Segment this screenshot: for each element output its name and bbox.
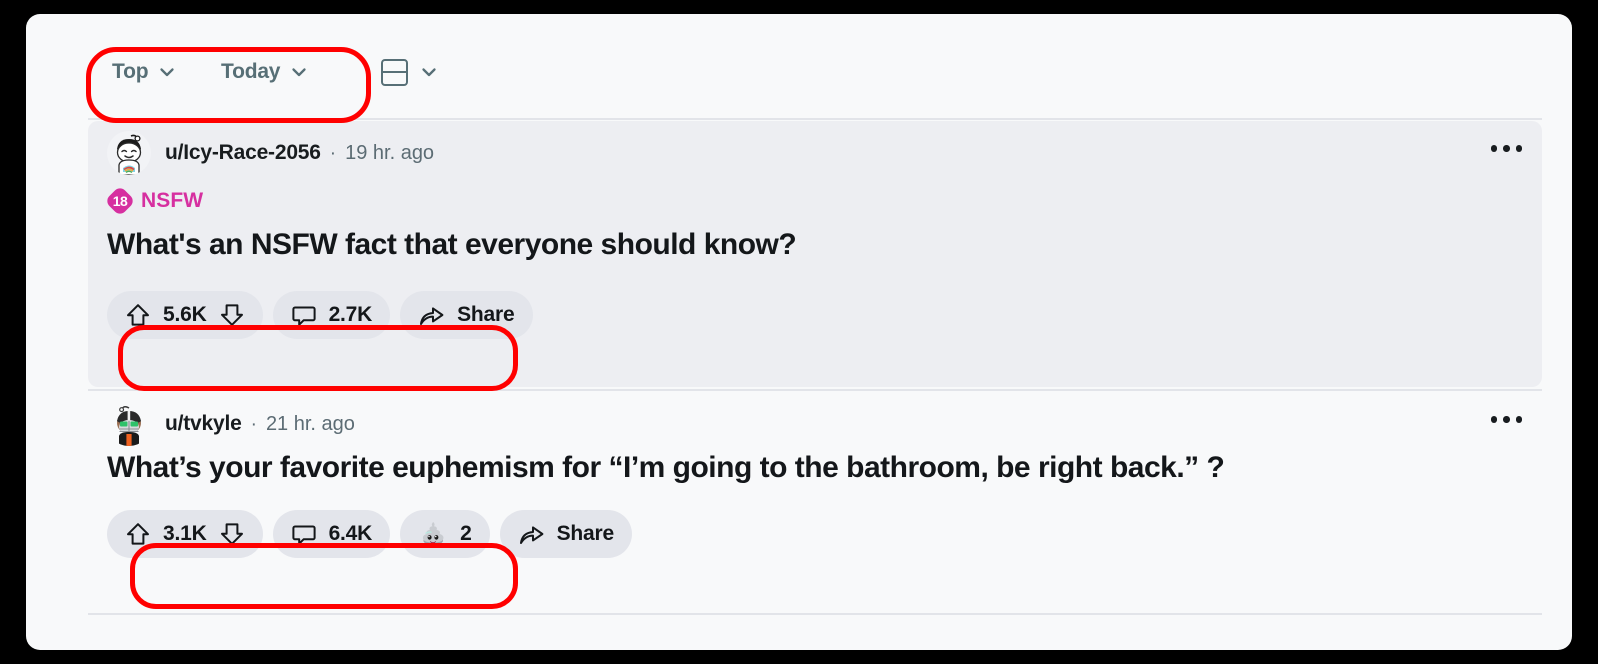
feed-divider (88, 118, 1542, 120)
share-label: Share (457, 303, 515, 326)
post-timestamp: 21 hr. ago (265, 412, 355, 435)
comment-count: 6.4K (328, 522, 373, 545)
post-title[interactable]: What's an NSFW fact that everyone should… (107, 227, 1502, 263)
comments-pill[interactable]: 6.4K (272, 510, 391, 558)
chevron-down-icon (420, 63, 438, 81)
overflow-menu-icon[interactable] (1485, 139, 1529, 158)
chevron-down-icon (290, 63, 308, 81)
header-separator: · (329, 142, 337, 164)
vote-pill[interactable]: 3.1K (107, 510, 263, 558)
post-action-row: 3.1K 6.4K 2 Share (107, 510, 632, 558)
sort-dropdown-top[interactable]: Top (108, 52, 180, 92)
post-title[interactable]: What’s your favorite euphemism for “I’m … (107, 450, 1502, 486)
poop-award-icon (418, 519, 448, 549)
post-card-partial[interactable] (88, 616, 1542, 650)
comment-bubble-icon (291, 302, 317, 328)
time-filter-dropdown-today[interactable]: Today (217, 52, 312, 92)
snoo-avatar-brown[interactable] (107, 402, 151, 446)
vote-score: 3.1K (163, 522, 207, 545)
share-button[interactable]: Share (499, 510, 632, 558)
feed-divider (88, 613, 1542, 615)
comment-count: 2.7K (328, 303, 373, 326)
post-timestamp: 19 hr. ago (345, 141, 435, 164)
reddit-feed-viewport: Top Today u/Icy-Race-2056 · 19 hr. ago 1… (26, 14, 1572, 650)
chevron-down-icon (158, 63, 176, 81)
share-arrow-icon (418, 302, 445, 329)
post-header: u/Icy-Race-2056 · 19 hr. ago (107, 131, 434, 175)
post-author[interactable]: u/Icy-Race-2056 (165, 141, 321, 165)
comments-pill[interactable]: 2.7K (272, 291, 391, 339)
award-count: 2 (460, 522, 472, 545)
snoo-avatar-white[interactable] (107, 131, 151, 175)
nsfw-tag[interactable]: 18 NSFW (104, 185, 204, 217)
post-feed: u/Icy-Race-2056 · 19 hr. ago 18 NSFW Wha… (26, 118, 1572, 650)
share-arrow-icon (518, 521, 545, 548)
share-label: Share (556, 522, 615, 545)
comment-bubble-icon (291, 521, 317, 547)
award-pill[interactable]: 2 (400, 510, 490, 558)
post-author[interactable]: u/tvkyle (165, 412, 242, 436)
vote-pill[interactable]: 5.6K (107, 291, 263, 339)
downvote-arrow-icon[interactable] (219, 521, 245, 547)
feed-divider (88, 389, 1542, 391)
post-header: u/tvkyle · 21 hr. ago (107, 402, 355, 446)
upvote-arrow-icon[interactable] (125, 521, 151, 547)
card-view-icon (381, 58, 408, 86)
post-header (107, 626, 151, 650)
snoo-avatar-partial[interactable] (107, 639, 151, 650)
feed-sort-bar: Top Today (26, 14, 1572, 118)
post-card[interactable]: u/tvkyle · 21 hr. ago What’s your favori… (88, 392, 1542, 611)
sort-dropdown-label: Top (112, 60, 149, 83)
header-separator: · (250, 413, 257, 435)
post-card[interactable]: u/Icy-Race-2056 · 19 hr. ago 18 NSFW Wha… (88, 121, 1542, 387)
downvote-arrow-icon[interactable] (219, 302, 245, 328)
screenshot-frame: Top Today u/Icy-Race-2056 · 19 hr. ago 1… (0, 0, 1598, 664)
view-mode-dropdown[interactable] (381, 52, 438, 92)
post-action-row: 5.6K 2.7K Share (107, 291, 533, 339)
nsfw-18-badge-icon: 18 (104, 185, 136, 217)
share-button[interactable]: Share (400, 291, 533, 339)
upvote-arrow-icon[interactable] (125, 302, 151, 328)
nsfw-label: NSFW (141, 189, 204, 212)
time-filter-label: Today (221, 60, 281, 83)
overflow-menu-icon[interactable] (1485, 410, 1529, 429)
vote-score: 5.6K (163, 303, 207, 326)
nsfw-badge-number: 18 (112, 193, 128, 209)
